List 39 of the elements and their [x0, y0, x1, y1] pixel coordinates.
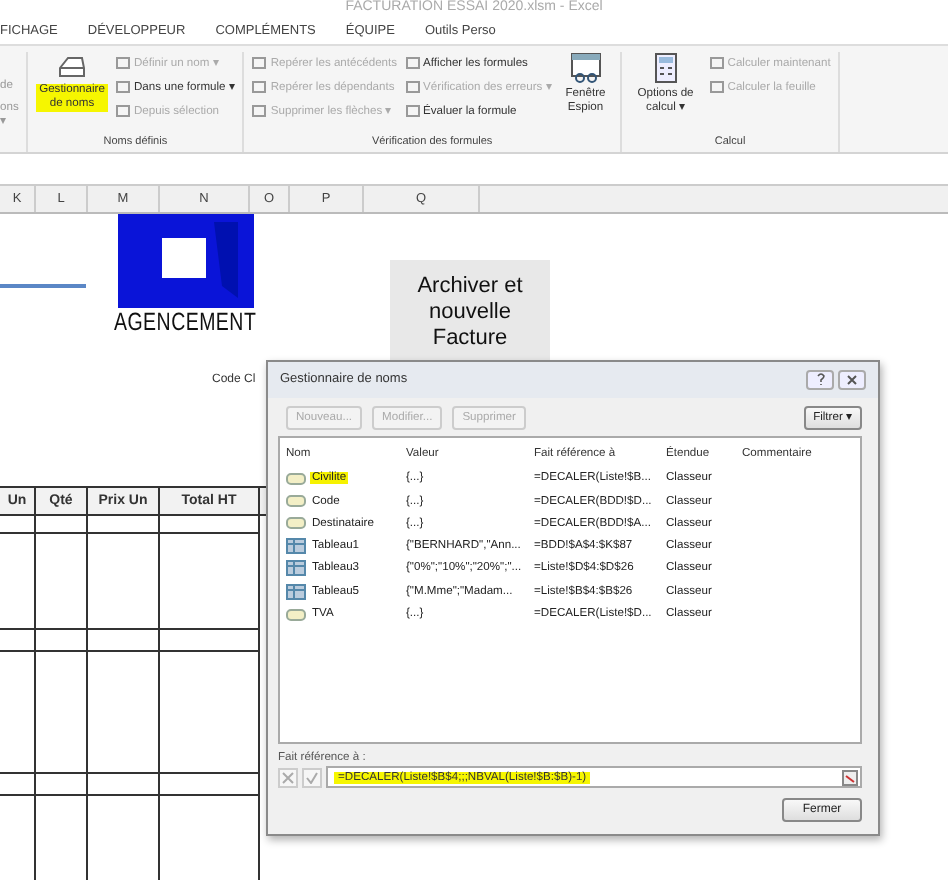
table-cell [36, 630, 88, 652]
table-cell [160, 774, 260, 796]
collapse-icon[interactable] [842, 769, 858, 785]
table-cell [0, 774, 36, 796]
table-cell [160, 630, 260, 652]
help-button[interactable] [806, 369, 834, 390]
table-cell [160, 652, 260, 774]
cross-icon [282, 771, 294, 783]
table-icon [286, 538, 306, 555]
table-cell [0, 516, 36, 534]
table-icon [286, 583, 306, 600]
table-cell [36, 774, 88, 796]
table-cell [88, 516, 160, 534]
table-cell [88, 774, 160, 796]
table-cell [88, 630, 160, 652]
table-cell [0, 630, 36, 652]
table-cell [88, 652, 160, 774]
confirm-button[interactable] [302, 767, 322, 787]
logo-icon [118, 214, 254, 308]
archive-button[interactable]: Archiver et nouvelle Facture [390, 260, 550, 360]
table-cell [36, 534, 88, 630]
logo-text: AGENCEMENT [114, 308, 257, 336]
cancel-button[interactable] [278, 767, 298, 787]
table-cell [88, 534, 160, 630]
check-icon [306, 771, 318, 783]
table-cell [36, 652, 88, 774]
help-icon [815, 372, 825, 387]
line-shape [0, 284, 86, 288]
table-cell [160, 516, 260, 534]
table-cell [0, 534, 36, 630]
table-cell [0, 652, 36, 774]
named-range-icon [286, 607, 306, 621]
table-cell [36, 516, 88, 534]
table-cell [160, 534, 260, 630]
window-icon [569, 52, 602, 84]
close-icon [846, 373, 858, 386]
table-icon [286, 560, 306, 577]
close-button[interactable] [838, 369, 866, 390]
calculator-icon [653, 52, 678, 84]
